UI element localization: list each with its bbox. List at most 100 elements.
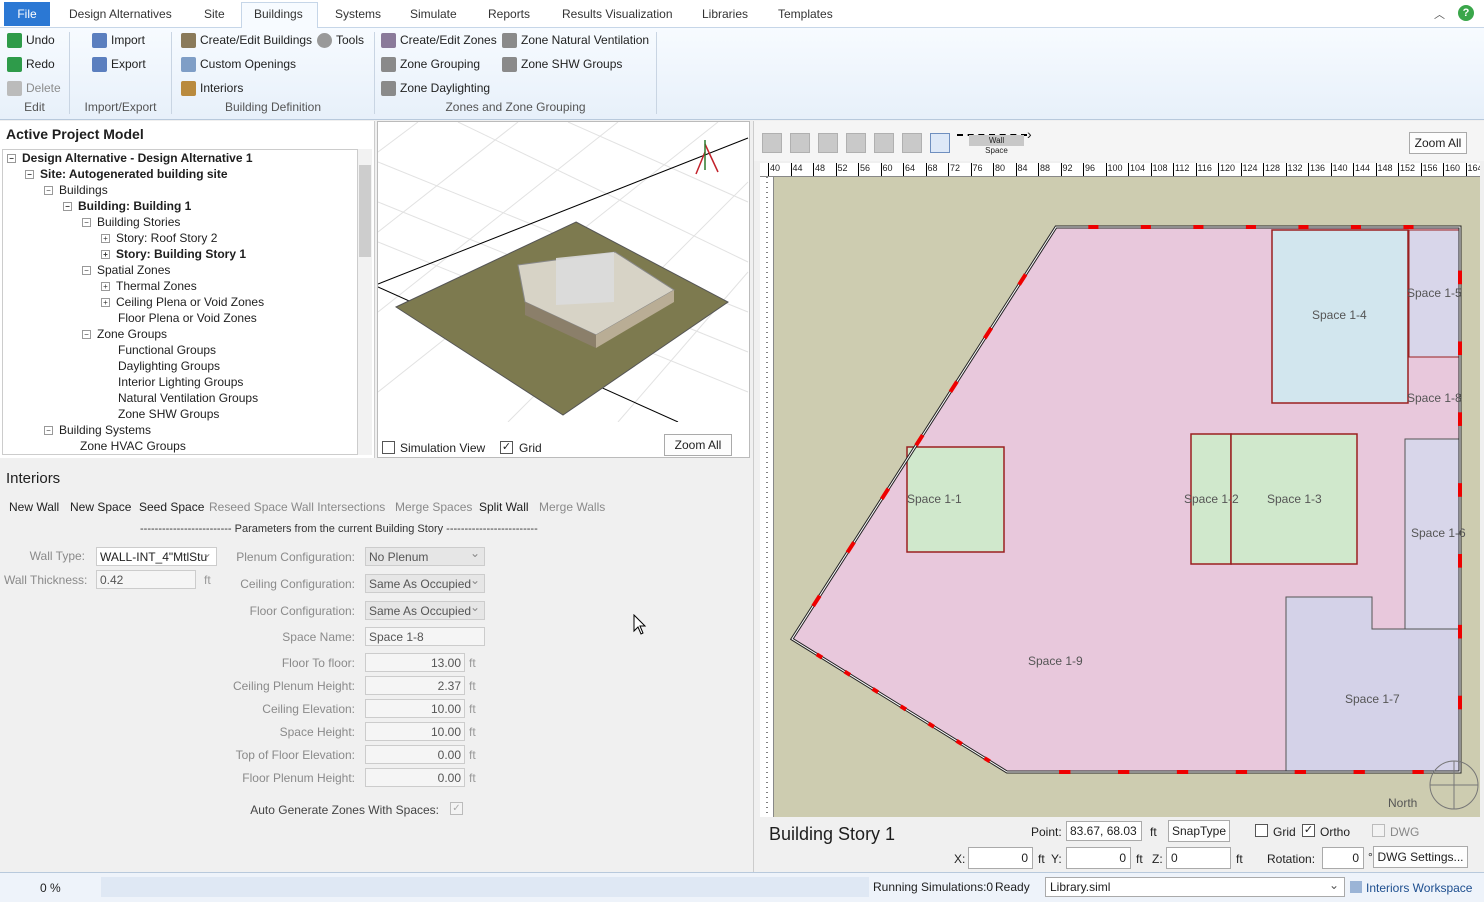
tree-node[interactable]: − Design Alternative - Design Alternative… bbox=[7, 151, 253, 165]
grid-checkbox[interactable]: ✓ bbox=[500, 441, 513, 454]
l-shape-tool-icon[interactable] bbox=[790, 133, 810, 153]
new-wall-button[interactable]: New Wall bbox=[9, 500, 59, 514]
tab-systems[interactable]: Systems bbox=[335, 7, 381, 21]
zone-daylighting-button[interactable]: Zone Daylighting bbox=[381, 79, 490, 97]
space-name-input[interactable]: Space 1-8 bbox=[365, 627, 485, 646]
space-height-input[interactable]: 10.00 bbox=[365, 722, 465, 741]
wall-thickness-input[interactable]: 0.42 bbox=[96, 570, 196, 589]
reseed-space-button[interactable]: Reseed Space bbox=[209, 500, 288, 514]
rotation-input[interactable]: 0 bbox=[1322, 847, 1364, 869]
ortho-checkbox[interactable]: ✓ bbox=[1302, 824, 1315, 837]
dwg-settings-button[interactable]: DWG Settings... bbox=[1373, 846, 1468, 868]
3d-view-panel[interactable]: Simulation View ✓ Grid Zoom All bbox=[377, 121, 750, 458]
seed-space-button[interactable]: Seed Space bbox=[139, 500, 204, 514]
top-floor-elevation-input[interactable]: 0.00 bbox=[365, 745, 465, 764]
space-label-1-3[interactable]: Space 1-3 bbox=[1267, 492, 1322, 506]
merge-spaces-button[interactable]: Merge Spaces bbox=[395, 500, 472, 514]
space-label-1-7[interactable]: Space 1-7 bbox=[1345, 692, 1400, 706]
tree-node[interactable]: − Spatial Zones bbox=[82, 263, 170, 277]
tab-site[interactable]: Site bbox=[204, 7, 225, 21]
tree-node[interactable]: Functional Groups bbox=[118, 343, 216, 357]
ceiling-plenum-height-input[interactable]: 2.37 bbox=[365, 676, 465, 695]
zone-shw-groups-button[interactable]: Zone SHW Groups bbox=[502, 55, 622, 73]
plan-grid-checkbox[interactable] bbox=[1255, 824, 1268, 837]
z-input[interactable]: 0 bbox=[1166, 847, 1231, 869]
space-label-1-8[interactable]: Space 1-8 bbox=[1407, 391, 1462, 405]
tree-node[interactable]: Natural Ventilation Groups bbox=[118, 391, 258, 405]
tree-node[interactable]: − Building Systems bbox=[44, 423, 151, 437]
tree-node[interactable]: + Story: Building Story 1 bbox=[101, 247, 246, 261]
wall-intersections-button[interactable]: Wall Intersections bbox=[291, 500, 385, 514]
split-wall-button[interactable]: Split Wall bbox=[479, 500, 529, 514]
dwg-checkbox[interactable] bbox=[1372, 824, 1385, 837]
scrollbar-thumb[interactable] bbox=[359, 165, 371, 257]
simulation-view-checkbox[interactable] bbox=[382, 441, 395, 454]
workspace-label[interactable]: Interiors Workspace bbox=[1366, 881, 1472, 895]
space-label-1-1[interactable]: Space 1-1 bbox=[907, 492, 962, 506]
tree-node[interactable]: Floor Plena or Void Zones bbox=[118, 311, 257, 325]
tree-node[interactable]: − Zone Groups bbox=[82, 327, 167, 341]
space-label-1-6[interactable]: Space 1-6 bbox=[1411, 526, 1466, 540]
floor-to-floor-input[interactable]: 13.00 bbox=[365, 653, 465, 672]
custom-openings-button[interactable]: Custom Openings bbox=[181, 55, 296, 73]
y-input[interactable]: 0 bbox=[1066, 847, 1131, 869]
tree-node[interactable]: − Building: Building 1 bbox=[63, 199, 191, 213]
collapse-ribbon-icon[interactable]: ︿ bbox=[1434, 6, 1445, 22]
library-select[interactable]: Library.siml ⌄ bbox=[1045, 877, 1345, 897]
tree-scrollbar[interactable] bbox=[358, 149, 372, 455]
space-label-1-9[interactable]: Space 1-9 bbox=[1028, 654, 1083, 668]
create-edit-zones-button[interactable]: Create/Edit Zones bbox=[381, 31, 497, 49]
tree-node[interactable]: Zone SHW Groups bbox=[118, 407, 219, 421]
space-label-1-2[interactable]: Space 1-2 bbox=[1184, 492, 1239, 506]
question-mark-icon[interactable]: ? bbox=[1458, 5, 1474, 21]
new-space-button[interactable]: New Space bbox=[70, 500, 131, 514]
zone-natural-ventilation-button[interactable]: Zone Natural Ventilation bbox=[502, 31, 649, 49]
tab-results-visualization[interactable]: Results Visualization bbox=[562, 7, 673, 21]
interiors-button[interactable]: Interiors bbox=[181, 79, 243, 97]
tab-buildings[interactable]: Buildings bbox=[254, 7, 303, 21]
window-mark[interactable] bbox=[871, 687, 880, 694]
select-tool-icon[interactable] bbox=[762, 133, 782, 153]
zoom-all-plan-button[interactable]: Zoom All bbox=[1409, 132, 1467, 154]
snap-type-button[interactable]: SnapType bbox=[1168, 820, 1230, 842]
ceiling-elevation-input[interactable]: 10.00 bbox=[365, 699, 465, 718]
window-mark[interactable] bbox=[899, 704, 908, 712]
tree-node[interactable]: − Buildings bbox=[44, 183, 108, 197]
merge-walls-button[interactable]: Merge Walls bbox=[539, 500, 605, 514]
x-input[interactable]: 0 bbox=[968, 847, 1033, 869]
plan-canvas[interactable]: Space 1-1 Space 1-2 Space 1-3 Space 1-4 … bbox=[774, 177, 1480, 817]
plus-shape-tool-icon[interactable] bbox=[846, 133, 866, 153]
floor-configuration-select[interactable]: Same As Occupied bbox=[365, 601, 485, 620]
file-menu-button[interactable]: File bbox=[4, 2, 50, 26]
window-mark[interactable] bbox=[983, 756, 991, 764]
wall-space-mode-toggle[interactable]: › Wall Space bbox=[957, 126, 1037, 155]
create-edit-buildings-button[interactable]: Create/Edit Buildings bbox=[181, 31, 312, 49]
u-shape-tool-icon[interactable] bbox=[874, 133, 894, 153]
space-label-1-4[interactable]: Space 1-4 bbox=[1312, 308, 1367, 322]
window-mark[interactable] bbox=[843, 669, 852, 677]
window-mark[interactable] bbox=[927, 721, 935, 729]
window-mark[interactable] bbox=[955, 739, 963, 746]
tab-reports[interactable]: Reports bbox=[488, 7, 530, 21]
tree-node[interactable]: Daylighting Groups bbox=[118, 359, 220, 373]
plenum-configuration-select[interactable]: No Plenum bbox=[365, 547, 485, 566]
tree-node[interactable]: − Building Stories bbox=[82, 215, 180, 229]
ceiling-configuration-select[interactable]: Same As Occupied bbox=[365, 574, 485, 593]
tab-simulate[interactable]: Simulate bbox=[410, 7, 457, 21]
space-label-1-5[interactable]: Space 1-5 bbox=[1407, 286, 1462, 300]
draw-polygon-tool-icon[interactable] bbox=[930, 133, 950, 153]
delete-button[interactable]: Delete bbox=[7, 79, 61, 97]
tree-node[interactable]: Interior Lighting Groups bbox=[118, 375, 243, 389]
redo-button[interactable]: Redo bbox=[7, 55, 55, 73]
tree-node[interactable]: − Site: Autogenerated building site bbox=[25, 167, 228, 181]
wall-type-select[interactable]: WALL-INT_4"MtlStu bbox=[96, 547, 217, 566]
tree-node[interactable]: + Thermal Zones bbox=[101, 279, 197, 293]
tab-libraries[interactable]: Libraries bbox=[702, 7, 748, 21]
zone-grouping-button[interactable]: Zone Grouping bbox=[381, 55, 480, 73]
tab-design-alternatives[interactable]: Design Alternatives bbox=[69, 7, 172, 21]
window-mark[interactable] bbox=[815, 652, 824, 660]
tab-templates[interactable]: Templates bbox=[778, 7, 833, 21]
export-button[interactable]: Export bbox=[92, 55, 146, 73]
import-button[interactable]: Import bbox=[92, 31, 145, 49]
t-shape-tool-icon[interactable] bbox=[902, 133, 922, 153]
